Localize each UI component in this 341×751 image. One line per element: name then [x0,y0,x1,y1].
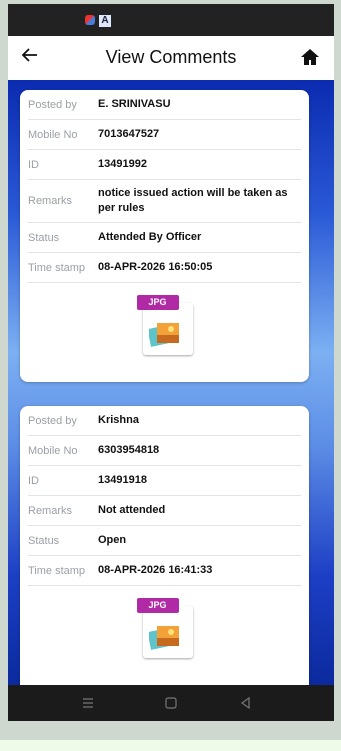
posted-by-value: Krishna [98,414,139,426]
posted-by-row: Posted by E. SRINIVASU [28,90,301,120]
remarks-row: Remarks Not attended [28,496,301,526]
image-file-icon [148,626,179,650]
status-label: Status [28,231,60,244]
timestamp-row: Time stamp 08-APR-2026 16:50:05 [28,253,301,283]
status-value: Open [98,534,127,546]
timestamp-label: Time stamp [28,261,86,274]
status-label: Status [28,534,60,547]
id-value: 13491992 [98,158,147,170]
mobile-row: Mobile No 6303954818 [28,436,301,466]
jpg-attachment[interactable]: JPG [136,295,193,355]
home-icon[interactable] [300,47,322,69]
comment-card: Posted by E. SRINIVASU Mobile No 7013647… [20,90,309,382]
comment-card: Posted by Krishna Mobile No 6303954818 I… [20,406,309,686]
attachment-type-badge: JPG [136,598,179,613]
mobile-label: Mobile No [28,128,78,141]
recents-icon[interactable] [78,693,98,713]
id-row: ID 13491918 [28,466,301,496]
id-value: 13491918 [98,474,147,486]
id-label: ID [28,158,39,171]
nav-back-icon[interactable] [236,693,256,713]
mobile-value: 6303954818 [98,444,160,456]
remarks-label: Remarks [28,195,73,207]
remarks-label: Remarks [28,504,73,517]
timestamp-value: 08-APR-2026 16:50:05 [98,261,213,273]
status-row: Status Open [28,526,301,556]
timestamp-row: Time stamp 08-APR-2026 16:41:33 [28,556,301,586]
page-title: View Comments [105,47,237,67]
timestamp-value: 08-APR-2026 16:41:33 [98,564,213,576]
keyboard-a-icon: A [99,15,111,27]
image-file-icon [148,323,179,347]
posted-by-label: Posted by [28,98,77,111]
id-row: ID 13491992 [28,150,301,180]
id-label: ID [28,474,39,487]
system-navigation-bar [8,685,334,721]
nav-home-icon[interactable] [161,693,181,713]
status-row: Status Attended By Officer [28,223,301,253]
posted-by-value: E. SRINIVASU [98,98,171,110]
remarks-value: notice issued action will be taken as pe… [98,187,288,214]
timestamp-label: Time stamp [28,564,86,577]
mobile-row: Mobile No 7013647527 [28,120,301,150]
notification-app-icon [85,15,95,25]
jpg-attachment[interactable]: JPG [136,598,193,658]
remarks-value: Not attended [98,504,166,516]
screenshot-frame: A View Comments Posted by E. SRINIVASU M… [0,0,341,740]
app-bar: View Comments [8,36,334,80]
status-value: Attended By Officer [98,231,202,243]
attachment-type-badge: JPG [136,295,179,310]
mobile-value: 7013647527 [98,128,160,140]
remarks-row: Remarks notice issued action will be tak… [28,180,301,223]
status-bar: A [8,4,334,36]
posted-by-row: Posted by Krishna [28,406,301,436]
mobile-label: Mobile No [28,444,78,457]
phone-screen: A View Comments Posted by E. SRINIVASU M… [8,4,334,721]
posted-by-label: Posted by [28,414,77,427]
comments-list[interactable]: Posted by E. SRINIVASU Mobile No 7013647… [8,80,334,686]
